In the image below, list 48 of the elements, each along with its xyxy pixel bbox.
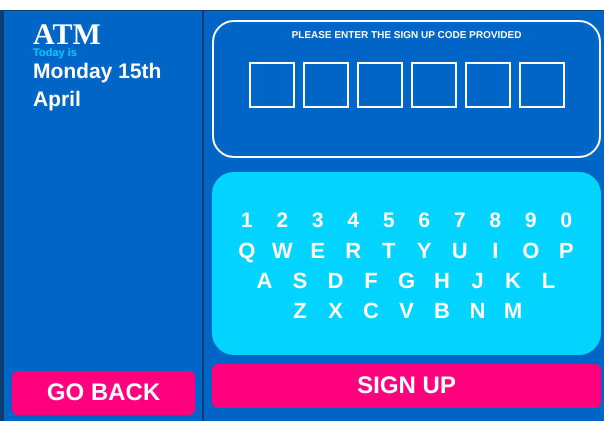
code-digit-field[interactable] — [302, 62, 348, 108]
keyboard-key[interactable]: 7 — [442, 206, 478, 236]
keyboard-key[interactable]: Y — [406, 236, 442, 266]
keyboard-key[interactable]: S — [282, 266, 318, 296]
keyboard-key[interactable]: Q — [229, 236, 264, 266]
keyboard-key[interactable]: A — [246, 266, 282, 296]
keyboard-key[interactable]: M — [495, 296, 531, 326]
code-prompt: PLEASE ENTER THE SIGN UP CODE PROVIDED — [290, 30, 522, 41]
keyboard-key[interactable]: 2 — [264, 206, 300, 236]
keyboard-key[interactable]: N — [460, 296, 496, 326]
keyboard-key[interactable]: B — [424, 296, 460, 326]
go-back-button[interactable]: GO BACK — [12, 371, 195, 415]
date-text: Monday 15th April — [33, 59, 162, 113]
keyboard-key[interactable]: 5 — [371, 206, 406, 236]
keyboard-key[interactable]: 3 — [300, 206, 336, 236]
keyboard-key[interactable]: D — [318, 266, 354, 296]
keyboard-key[interactable]: 8 — [478, 206, 513, 236]
keyboard-key[interactable]: 9 — [513, 206, 548, 236]
logo-text: ATM — [33, 21, 102, 49]
keyboard-key[interactable]: I — [478, 236, 513, 266]
date-caption: Today is — [33, 49, 78, 58]
keyboard-key[interactable]: C — [353, 296, 389, 326]
keyboard-key[interactable]: 6 — [406, 206, 442, 236]
keyboard-key[interactable]: V — [388, 296, 424, 326]
keyboard-key[interactable]: J — [460, 266, 496, 296]
keyboard-key[interactable]: 1 — [229, 206, 264, 236]
keyboard-key[interactable]: U — [442, 236, 478, 266]
keyboard-key[interactable]: R — [336, 236, 371, 266]
keyboard-key[interactable]: Z — [282, 296, 318, 326]
keyboard-key[interactable]: O — [513, 236, 548, 266]
sign-up-button[interactable]: SIGN UP — [212, 364, 601, 408]
code-digit-field[interactable] — [464, 62, 510, 108]
code-digit-field[interactable] — [410, 62, 456, 108]
keyboard-key[interactable]: T — [371, 236, 406, 266]
keyboard-key[interactable]: X — [318, 296, 354, 326]
keyboard-key[interactable]: K — [495, 266, 531, 296]
keyboard-key[interactable]: P — [548, 236, 584, 266]
code-digit-field[interactable] — [248, 62, 294, 108]
keyboard-key[interactable]: W — [264, 236, 300, 266]
keyboard-key[interactable]: L — [530, 266, 566, 296]
code-digit-field[interactable] — [356, 62, 402, 108]
keyboard-key[interactable]: H — [424, 266, 460, 296]
code-digit-field[interactable] — [518, 62, 564, 108]
keyboard-key[interactable]: 0 — [548, 206, 584, 236]
keyboard-key[interactable]: F — [353, 266, 389, 296]
keyboard-key[interactable]: 4 — [336, 206, 371, 236]
keyboard-key[interactable]: E — [300, 236, 336, 266]
keyboard-key[interactable]: G — [388, 266, 424, 296]
